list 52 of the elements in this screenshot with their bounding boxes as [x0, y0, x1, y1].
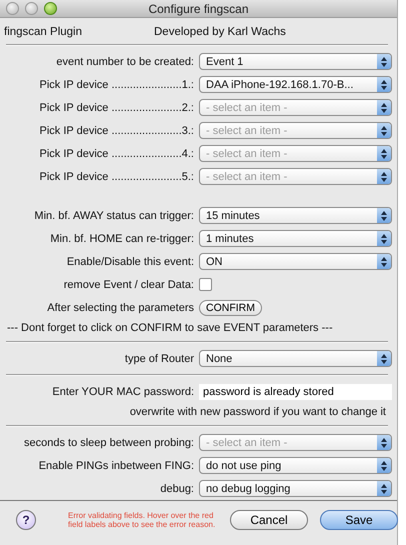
- field-label: Pick IP device .......................4.:: [38, 148, 195, 160]
- password-field[interactable]: password is already stored: [199, 384, 392, 400]
- save-button[interactable]: Save: [320, 510, 398, 530]
- stepper-arrows-icon: [377, 123, 391, 138]
- dropdown[interactable]: ON: [199, 253, 392, 270]
- stepper-arrows-icon: [377, 481, 391, 496]
- minimize-button[interactable]: [25, 2, 38, 16]
- hint-text: overwrite with new password if you want to change it: [128, 405, 387, 420]
- field-label: Pick IP device .......................3.:: [38, 124, 195, 137]
- dropdown[interactable]: do not use ping: [199, 457, 392, 474]
- plugin-name: fingscan Plugin: [4, 26, 82, 38]
- close-button[interactable]: [6, 2, 19, 16]
- field-label: type of Router: [124, 352, 195, 365]
- stepper-arrows-icon: [377, 54, 391, 70]
- field-label: remove Event / clear Data:: [62, 278, 195, 291]
- field-label: Pick IP device .......................5.:: [38, 170, 195, 183]
- stepper-arrows-icon: [377, 435, 391, 450]
- cancel-button[interactable]: Cancel: [230, 510, 308, 530]
- stepper-arrows-icon: [377, 100, 391, 116]
- dropdown[interactable]: None: [199, 350, 392, 368]
- checkbox[interactable]: [199, 278, 212, 292]
- stepper-arrows-icon: [377, 77, 391, 92]
- reminder-note: --- Dont forget to click on CONFIRM to save EVENT parameters ---: [6, 321, 334, 336]
- field-label: debug:: [159, 482, 195, 495]
- field-label: Min. bf. AWAY status can trigger:: [33, 210, 195, 222]
- stepper-arrows-icon: [377, 208, 391, 224]
- dropdown[interactable]: 15 minutes: [199, 207, 392, 224]
- confirm-button[interactable]: CONFIRM: [199, 300, 262, 316]
- error-message: Error validating fields. Hover over the red field labels above to see the error reason.: [68, 510, 216, 530]
- stepper-arrows-icon: [377, 458, 391, 474]
- stepper-arrows-icon: [377, 254, 391, 270]
- field-label: Enable/Disable this event:: [66, 256, 195, 268]
- stepper-arrows-icon: [377, 231, 391, 246]
- field-label: Pick IP device .......................2.:: [38, 102, 195, 114]
- window-title: Configure fingscan: [148, 2, 249, 16]
- dropdown[interactable]: no debug logging: [199, 480, 392, 498]
- stepper-arrows-icon: [377, 169, 391, 184]
- zoom-button[interactable]: [44, 2, 57, 16]
- field-label: seconds to sleep between probing:: [22, 436, 195, 449]
- field-label: After selecting the parameters: [46, 302, 195, 314]
- dropdown[interactable]: DAA iPhone-192.168.1.70-B...: [199, 76, 392, 94]
- field-label: Pick IP device .......................1.:: [38, 78, 195, 91]
- help-button[interactable]: ?: [16, 510, 36, 530]
- field-label: Enter YOUR MAC password:: [51, 386, 195, 398]
- field-label: Enable PINGs inbetween FING:: [38, 460, 195, 472]
- dropdown[interactable]: Event 1: [199, 53, 392, 70]
- developer-credit: Developed by Karl Wachs: [154, 26, 286, 38]
- field-label: event number to be created:: [55, 56, 195, 68]
- stepper-arrows-icon: [377, 146, 391, 162]
- stepper-arrows-icon: [377, 351, 391, 366]
- dropdown[interactable]: 1 minutes: [199, 230, 392, 248]
- field-label: Min. bf. HOME can re-trigger:: [49, 232, 195, 245]
